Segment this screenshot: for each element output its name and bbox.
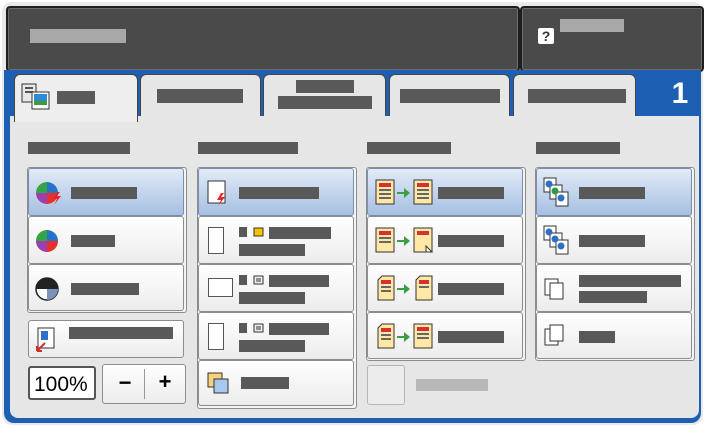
full-color-label-redacted bbox=[71, 235, 115, 247]
paper-auto-button[interactable] bbox=[198, 168, 354, 216]
two-to-one-sided-label-redacted bbox=[438, 331, 504, 343]
tray-number-redacted bbox=[239, 227, 247, 237]
paper-type-label-redacted bbox=[239, 292, 305, 304]
paper-more-icon bbox=[207, 372, 229, 394]
help-label-redacted bbox=[560, 19, 624, 32]
two-to-two-sided-button[interactable] bbox=[367, 264, 523, 312]
color-output-heading bbox=[28, 142, 130, 154]
tab-label-redacted bbox=[278, 96, 372, 109]
paper-auto-label-redacted bbox=[239, 187, 319, 199]
uncollated-tray-icon bbox=[544, 278, 564, 300]
collated-label-redacted bbox=[579, 187, 645, 199]
tray-number-redacted bbox=[239, 323, 247, 333]
paper-supply-heading bbox=[198, 142, 298, 154]
one-to-two-sided-icon bbox=[375, 227, 434, 253]
reduce-enlarge-icon bbox=[36, 327, 55, 352]
paper-size-label-redacted bbox=[269, 275, 329, 287]
output-heading bbox=[536, 142, 620, 154]
paper-tray-2-button[interactable] bbox=[198, 264, 354, 312]
tab-copy[interactable] bbox=[14, 74, 138, 122]
paper-tray-1-button[interactable] bbox=[198, 216, 354, 264]
uncollated-icon bbox=[543, 225, 569, 255]
stepper-divider bbox=[144, 369, 145, 399]
paper-landscape-icon bbox=[208, 278, 233, 297]
sided-heading bbox=[367, 142, 451, 154]
help-button[interactable]: ? bbox=[520, 6, 704, 72]
one-to-two-sided-label-redacted bbox=[438, 235, 504, 247]
paper-white-icon bbox=[253, 275, 264, 285]
tab-label-redacted bbox=[400, 89, 500, 103]
uncollated-tray-label-redacted bbox=[579, 275, 681, 287]
reduce-enlarge-label-redacted bbox=[69, 327, 173, 339]
color-auto-icon bbox=[36, 182, 61, 205]
two-to-one-sided-button[interactable] bbox=[367, 312, 523, 359]
reduce-enlarge-button[interactable] bbox=[28, 320, 184, 358]
color-auto-label-redacted bbox=[71, 187, 137, 199]
stacked-button[interactable] bbox=[536, 312, 692, 359]
sided-more-button-disabled[interactable] bbox=[367, 365, 405, 405]
one-to-one-sided-button[interactable] bbox=[367, 168, 523, 216]
uncollated-tray-button[interactable] bbox=[536, 264, 692, 312]
stacked-label-redacted bbox=[579, 331, 615, 343]
uncollated-tray-label-redacted bbox=[579, 291, 647, 303]
tray-number-redacted bbox=[239, 275, 247, 285]
paper-type-label-redacted bbox=[239, 244, 305, 256]
paper-more-label-redacted bbox=[241, 377, 289, 389]
tab-4[interactable] bbox=[389, 74, 510, 118]
tab-label-redacted bbox=[528, 89, 626, 103]
one-to-one-sided-icon bbox=[375, 179, 433, 205]
one-to-one-sided-label-redacted bbox=[438, 187, 504, 199]
paper-auto-icon bbox=[207, 180, 226, 206]
tab-2[interactable] bbox=[140, 74, 261, 118]
full-color-button[interactable] bbox=[28, 216, 184, 264]
tab-label-redacted bbox=[57, 91, 95, 104]
stacked-icon bbox=[544, 324, 564, 346]
paper-portrait-icon bbox=[208, 227, 224, 254]
uncollated-button[interactable] bbox=[536, 216, 692, 264]
paper-size-label-redacted bbox=[269, 227, 331, 239]
zoom-increase-button[interactable]: + bbox=[150, 369, 180, 395]
svg-text:?: ? bbox=[542, 28, 551, 44]
paper-size-label-redacted bbox=[269, 323, 329, 335]
two-to-one-sided-icon bbox=[377, 323, 433, 349]
paper-type-label-redacted bbox=[239, 340, 305, 352]
paper-color-yellow-icon bbox=[253, 227, 264, 237]
tab-label-redacted bbox=[157, 89, 243, 103]
two-to-two-sided-icon bbox=[377, 275, 433, 301]
tab-count: 1 bbox=[671, 77, 689, 110]
collated-icon bbox=[543, 177, 569, 207]
tab-label-redacted bbox=[296, 80, 354, 93]
sided-more-label-redacted bbox=[416, 379, 488, 391]
zoom-value-field[interactable]: 100% bbox=[28, 366, 96, 400]
message-bar bbox=[6, 6, 520, 72]
black-and-white-label-redacted bbox=[71, 283, 139, 295]
paper-more-button[interactable] bbox=[198, 360, 354, 406]
help-icon: ? bbox=[538, 28, 554, 44]
tab-5[interactable] bbox=[513, 74, 636, 118]
full-color-icon bbox=[36, 230, 58, 252]
copy-tab-icon bbox=[21, 83, 50, 110]
two-to-two-sided-label-redacted bbox=[438, 283, 504, 295]
message-text-redacted bbox=[30, 29, 126, 43]
one-to-two-sided-button[interactable] bbox=[367, 216, 523, 264]
black-and-white-button[interactable] bbox=[28, 264, 184, 311]
color-auto-button[interactable] bbox=[28, 168, 184, 216]
paper-portrait-icon bbox=[208, 323, 224, 350]
uncollated-label-redacted bbox=[579, 235, 645, 247]
zoom-decrease-button[interactable]: − bbox=[110, 370, 140, 396]
tab-3[interactable] bbox=[263, 74, 386, 118]
collated-button[interactable] bbox=[536, 168, 692, 216]
paper-tray-3-button[interactable] bbox=[198, 312, 354, 360]
black-and-white-icon bbox=[35, 277, 59, 301]
paper-white-icon bbox=[253, 323, 264, 333]
zoom-value-text: 100% bbox=[34, 373, 88, 396]
